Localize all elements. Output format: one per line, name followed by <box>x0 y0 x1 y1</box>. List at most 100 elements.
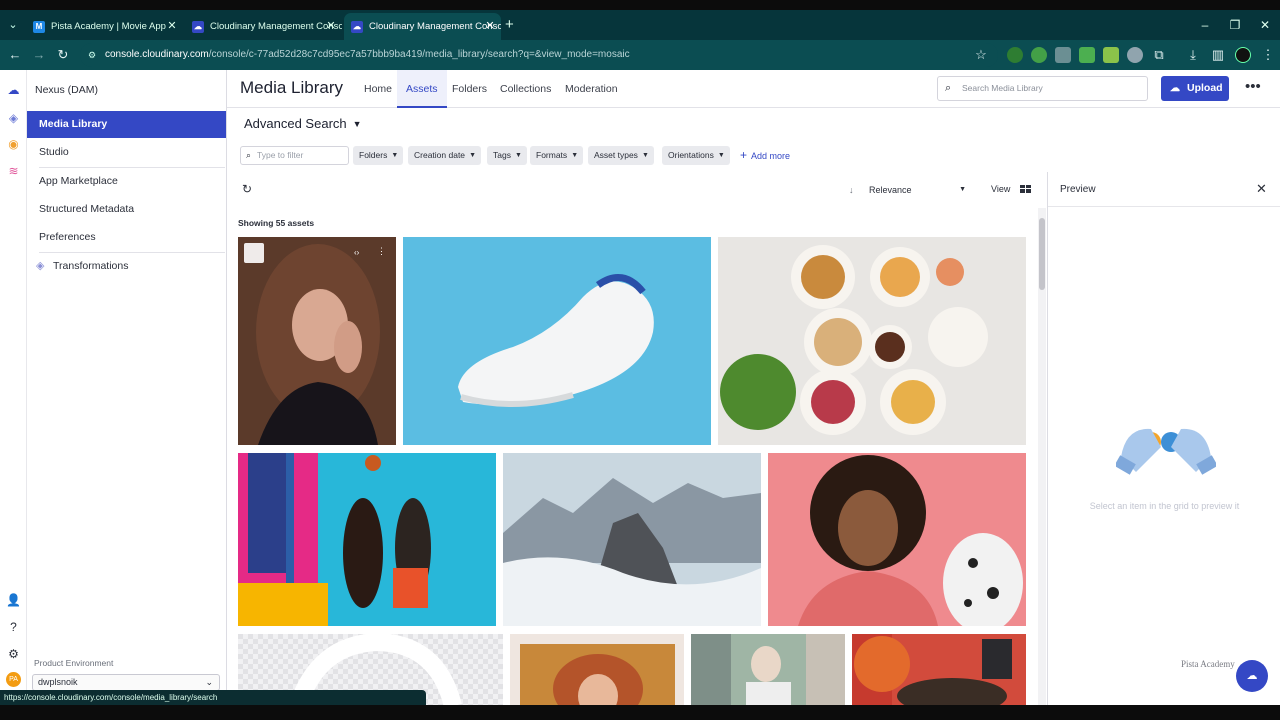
advanced-search-toggle[interactable]: Advanced Search ▼ <box>244 116 362 131</box>
scrollbar-thumb[interactable] <box>1039 218 1045 290</box>
close-tab-icon[interactable]: ✕ <box>324 13 338 40</box>
filter-input[interactable]: ⌕ Type to filter <box>240 146 349 165</box>
browser-tab-cloudinary-active[interactable]: ☁ Cloudinary Management Console ✕ <box>344 13 501 40</box>
add-more-filters-button[interactable]: + Add more <box>740 146 790 166</box>
tab-folders[interactable]: Folders <box>443 70 496 108</box>
asset-thumbnail-coffee[interactable] <box>852 634 1026 706</box>
filter-chip-formats[interactable]: Formats ▼ <box>530 146 584 165</box>
product-environment-select[interactable]: dwplsnoik ⌄ <box>32 674 220 691</box>
tab-collections[interactable]: Collections <box>491 70 560 108</box>
refresh-icon[interactable]: ↻ <box>242 182 252 196</box>
tab-title: Cloudinary Management Console <box>210 21 342 32</box>
extension-icon[interactable] <box>1127 47 1143 63</box>
sneaker-image <box>403 237 711 445</box>
extensions-puzzle-icon[interactable]: ⧉ <box>1147 40 1171 70</box>
search-input[interactable]: ⌕ Search Media Library <box>937 76 1148 101</box>
video-layers-icon[interactable]: ≋ <box>5 163 22 180</box>
transformations-icon: ◈ <box>36 260 45 272</box>
download-icon[interactable]: ⤓ <box>1181 40 1205 70</box>
filter-chip-folders[interactable]: Folders ▼ <box>353 146 404 165</box>
asset-thumbnail-redhead[interactable] <box>510 634 684 706</box>
asset-thumbnail-woman-portrait[interactable]: ‹› ⋮ <box>238 237 396 445</box>
link-status-bar: https://console.cloudinary.com/console/m… <box>0 690 426 705</box>
preview-header: Preview ✕ <box>1048 172 1280 207</box>
extension-icon[interactable] <box>1103 47 1119 63</box>
preview-title: Preview <box>1060 184 1096 195</box>
close-tab-icon[interactable]: ✕ <box>483 13 497 40</box>
url-domain: console.cloudinary.com <box>105 49 209 60</box>
site-info-icon[interactable]: ⚙ <box>88 43 96 67</box>
programmable-media-icon[interactable]: ◉ <box>5 136 22 153</box>
basketball-image <box>238 453 496 626</box>
asset-thumbnail-mountains[interactable] <box>503 453 761 626</box>
filter-placeholder: Type to filter <box>257 150 304 160</box>
filter-chip-asset-types[interactable]: Asset types ▼ <box>588 146 654 165</box>
product-environment-value: dwplsnoik <box>38 677 78 687</box>
reload-icon[interactable]: ↻ <box>51 40 75 70</box>
extension-icon[interactable] <box>1055 47 1071 63</box>
close-tab-icon[interactable]: ✕ <box>165 13 179 40</box>
browser-menu-icon[interactable]: ⋮ <box>1256 40 1280 70</box>
tab-moderation[interactable]: Moderation <box>556 70 627 108</box>
profile-avatar[interactable] <box>1235 47 1251 63</box>
asset-thumbnail-street-girl[interactable] <box>691 634 845 706</box>
asset-thumbnail-white-sneaker[interactable] <box>403 237 711 445</box>
select-checkbox[interactable] <box>244 243 264 263</box>
chip-label: Formats <box>536 150 568 160</box>
sidepanel-icon[interactable]: ▥ <box>1206 40 1230 70</box>
url-field[interactable]: ⚙ console.cloudinary.com/console/c-77ad5… <box>80 43 998 67</box>
user-add-icon[interactable]: 👤 <box>5 592 22 609</box>
assets-diamond-icon[interactable]: ◈ <box>5 110 22 127</box>
embed-code-icon[interactable]: ‹› <box>354 248 359 257</box>
bookmark-star-icon[interactable]: ☆ <box>969 40 993 70</box>
forward-arrow-icon[interactable]: → <box>27 40 51 70</box>
extension-icon[interactable] <box>1031 47 1047 63</box>
more-options-icon[interactable]: ••• <box>1245 78 1261 95</box>
sidebar-item-app-marketplace[interactable]: App Marketplace <box>27 168 226 195</box>
avatar[interactable]: PA <box>6 672 21 687</box>
tab-search-chevron-icon[interactable]: ⌄ <box>5 16 21 34</box>
sidebar-item-label: Transformations <box>53 260 129 272</box>
asset-thumbnail-basketball[interactable] <box>238 453 496 626</box>
filter-chip-tags[interactable]: Tags ▼ <box>487 146 527 165</box>
caret-down-icon: ▼ <box>391 152 399 159</box>
filter-chip-creation-date[interactable]: Creation date ▼ <box>408 146 482 165</box>
sidebar-item-structured-metadata[interactable]: Structured Metadata <box>27 196 226 223</box>
tab-assets[interactable]: Assets <box>397 70 447 108</box>
mountain-image <box>503 453 761 626</box>
settings-gear-icon[interactable]: ⚙ <box>5 646 22 663</box>
page-title: Media Library <box>240 78 343 97</box>
sort-select[interactable]: Relevance ▼ <box>863 181 970 199</box>
asset-thumbnail-laughing-woman[interactable] <box>768 453 1026 626</box>
filter-chip-orientations[interactable]: Orientations ▼ <box>662 146 730 165</box>
sidebar-item-preferences[interactable]: Preferences <box>27 224 226 251</box>
browser-tab-cloudinary-1[interactable]: ☁ Cloudinary Management Console ✕ <box>185 13 342 40</box>
close-window-icon[interactable]: ✕ <box>1250 10 1280 40</box>
product-name: Nexus (DAM) <box>35 84 99 96</box>
asset-thumbnail-breakfast-table[interactable] <box>718 237 1026 445</box>
minimize-icon[interactable]: – <box>1190 10 1220 40</box>
mosaic-view-icon[interactable] <box>1020 185 1031 193</box>
caret-down-icon: ▼ <box>515 152 522 159</box>
chip-label: Creation date <box>414 150 466 160</box>
help-icon[interactable]: ? <box>5 619 22 636</box>
upload-button[interactable]: ☁ Upload <box>1161 76 1229 101</box>
product-rail: ☁ ◈ ◉ ≋ 👤 ? ⚙ PA <box>0 70 27 720</box>
tab-home[interactable]: Home <box>355 70 401 108</box>
sidebar-item-studio[interactable]: Studio <box>27 139 226 166</box>
new-tab-icon[interactable]: + <box>505 10 514 40</box>
restore-icon[interactable]: ❐ <box>1220 10 1250 40</box>
extension-icon[interactable] <box>1079 47 1095 63</box>
more-options-icon[interactable]: ⋮ <box>377 246 386 257</box>
upload-label: Upload <box>1187 82 1223 94</box>
close-icon[interactable]: ✕ <box>1256 181 1267 197</box>
browser-tab-pista[interactable]: M Pista Academy | Movie App ✕ <box>26 13 183 40</box>
chat-support-button[interactable]: ☁ <box>1236 660 1268 692</box>
cloudinary-logo-icon[interactable]: ☁ <box>5 82 22 99</box>
back-arrow-icon[interactable]: ← <box>3 40 27 70</box>
sidebar-item-transformations[interactable]: ◈ Transformations <box>27 253 226 280</box>
sidebar-item-media-library[interactable]: Media Library <box>27 111 226 138</box>
sort-direction-icon[interactable]: ↓ <box>849 185 854 195</box>
extension-icon[interactable] <box>1007 47 1023 63</box>
grid-scrollbar[interactable] <box>1038 208 1046 706</box>
